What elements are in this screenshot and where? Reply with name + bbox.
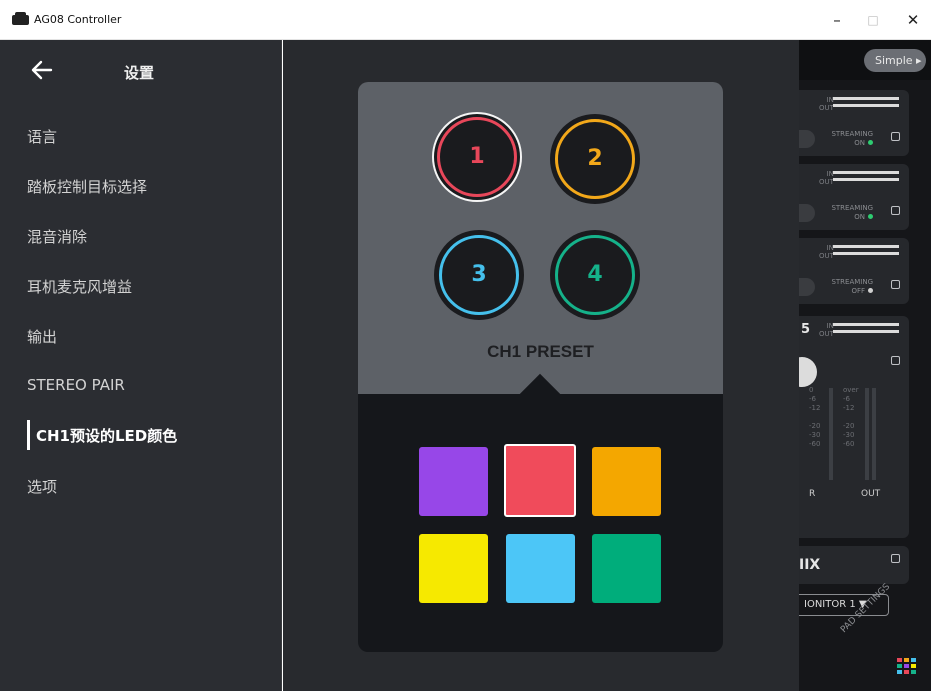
channel-card: IN OUT STREAMING OFF — [799, 238, 909, 304]
external-link-icon[interactable] — [891, 280, 900, 289]
meter-scale-left: 0 -6 -12 -20 -30 -60 — [809, 386, 821, 448]
level-meter — [833, 104, 899, 107]
menu-item-options[interactable]: 选项 — [27, 476, 57, 497]
window-titlebar: AG08 Controller – □ ✕ — [0, 0, 931, 40]
menu-item-stereo-pair[interactable]: STEREO PAIR — [27, 376, 125, 394]
meter-bar — [872, 388, 876, 480]
channel-number: 5 — [801, 322, 811, 337]
pad-number: 3 — [471, 262, 487, 287]
color-swatch-light-blue[interactable] — [506, 534, 575, 603]
io-labels: IN OUT — [819, 244, 834, 260]
streaming-status: STREAMING OFF — [831, 278, 873, 295]
pad-number: 1 — [469, 144, 485, 169]
io-labels: IN OUT — [819, 96, 834, 112]
level-meter — [833, 252, 899, 255]
status-dot-icon — [868, 140, 873, 145]
external-link-icon[interactable] — [891, 554, 900, 563]
pad-4[interactable]: 4 — [550, 230, 640, 320]
level-meter — [833, 171, 899, 174]
channel-knob[interactable] — [799, 278, 815, 296]
channel-card: 5 IN OUT 0 -6 -12 -20 -30 -60 over -6 -12 -20 -3… — [799, 316, 909, 538]
color-swatch-green[interactable] — [592, 534, 661, 603]
menu-item-pedal-target[interactable]: 踏板控制目标选择 — [27, 176, 147, 197]
mix-label: IIX — [799, 557, 821, 573]
streaming-status: STREAMING ON — [831, 130, 873, 147]
meter-r-label: R — [809, 489, 816, 499]
level-meter — [833, 330, 899, 333]
menu-item-ch1-preset-led[interactable]: CH1预设的LED颜色 — [36, 425, 177, 446]
preset-title: CH1 PRESET — [487, 342, 594, 361]
pad-3[interactable]: 3 — [434, 230, 524, 320]
led-color-popup: 1 2 3 4 CH1 PRESET — [358, 82, 723, 652]
mix-card: IIX — [799, 546, 909, 584]
back-arrow-icon[interactable] — [31, 59, 53, 81]
status-dot-icon — [868, 214, 873, 219]
minimize-button[interactable]: – — [822, 8, 852, 32]
panel-title: 设置 — [124, 64, 155, 82]
streaming-status: STREAMING ON — [831, 204, 873, 221]
color-swatch-orange[interactable] — [592, 447, 661, 516]
menu-item-headset-mic-gain[interactable]: 耳机麦克风增益 — [27, 276, 132, 297]
preset-pad-area: 1 2 3 4 CH1 PRESET — [358, 82, 723, 394]
simple-mode-button[interactable]: Simple ▸ — [864, 49, 926, 72]
channel-knob[interactable] — [799, 130, 815, 148]
level-meter — [833, 178, 899, 181]
active-indicator — [27, 420, 30, 450]
settings-panel: 设置 语言 踏板控制目标选择 混音消除 耳机麦克风增益 输出 STEREO PA… — [0, 40, 282, 691]
color-swatch-red[interactable] — [504, 444, 576, 517]
external-link-icon[interactable] — [891, 206, 900, 215]
channel-card: IN OUT STREAMING ON — [799, 164, 909, 230]
io-labels: IN OUT — [819, 322, 834, 338]
external-link-icon[interactable] — [891, 132, 900, 141]
channel-card: IN OUT STREAMING ON — [799, 90, 909, 156]
level-meter — [833, 323, 899, 326]
pad-number: 4 — [587, 262, 603, 287]
status-dot-icon — [868, 288, 873, 293]
color-swatch-yellow[interactable] — [419, 534, 488, 603]
maximize-button[interactable]: □ — [858, 8, 888, 32]
pad-number: 2 — [587, 146, 603, 171]
level-meter — [833, 97, 899, 100]
color-swatch-purple[interactable] — [419, 447, 488, 516]
channel-knob[interactable] — [799, 204, 815, 222]
meter-bar — [829, 388, 833, 480]
menu-item-language[interactable]: 语言 — [27, 126, 57, 147]
pad-1[interactable]: 1 — [432, 112, 522, 202]
close-button[interactable]: ✕ — [898, 8, 928, 32]
pad-2[interactable]: 2 — [550, 114, 640, 204]
level-meter — [833, 245, 899, 248]
meter-scale-right: over -6 -12 -20 -30 -60 — [843, 386, 859, 448]
mixer-panel: Simple ▸ IN OUT STREAMING ON IN OUT STREAMI… — [799, 40, 931, 691]
meter-out-label: OUT — [861, 489, 881, 499]
io-labels: IN OUT — [819, 170, 834, 186]
menu-item-output[interactable]: 输出 — [27, 326, 57, 347]
app-icon — [12, 12, 29, 25]
window-title: AG08 Controller — [34, 13, 122, 26]
pad-grid-icon[interactable] — [897, 658, 921, 676]
meter-bar — [865, 388, 869, 480]
menu-item-mix-minus[interactable]: 混音消除 — [27, 226, 87, 247]
external-link-icon[interactable] — [891, 356, 900, 365]
